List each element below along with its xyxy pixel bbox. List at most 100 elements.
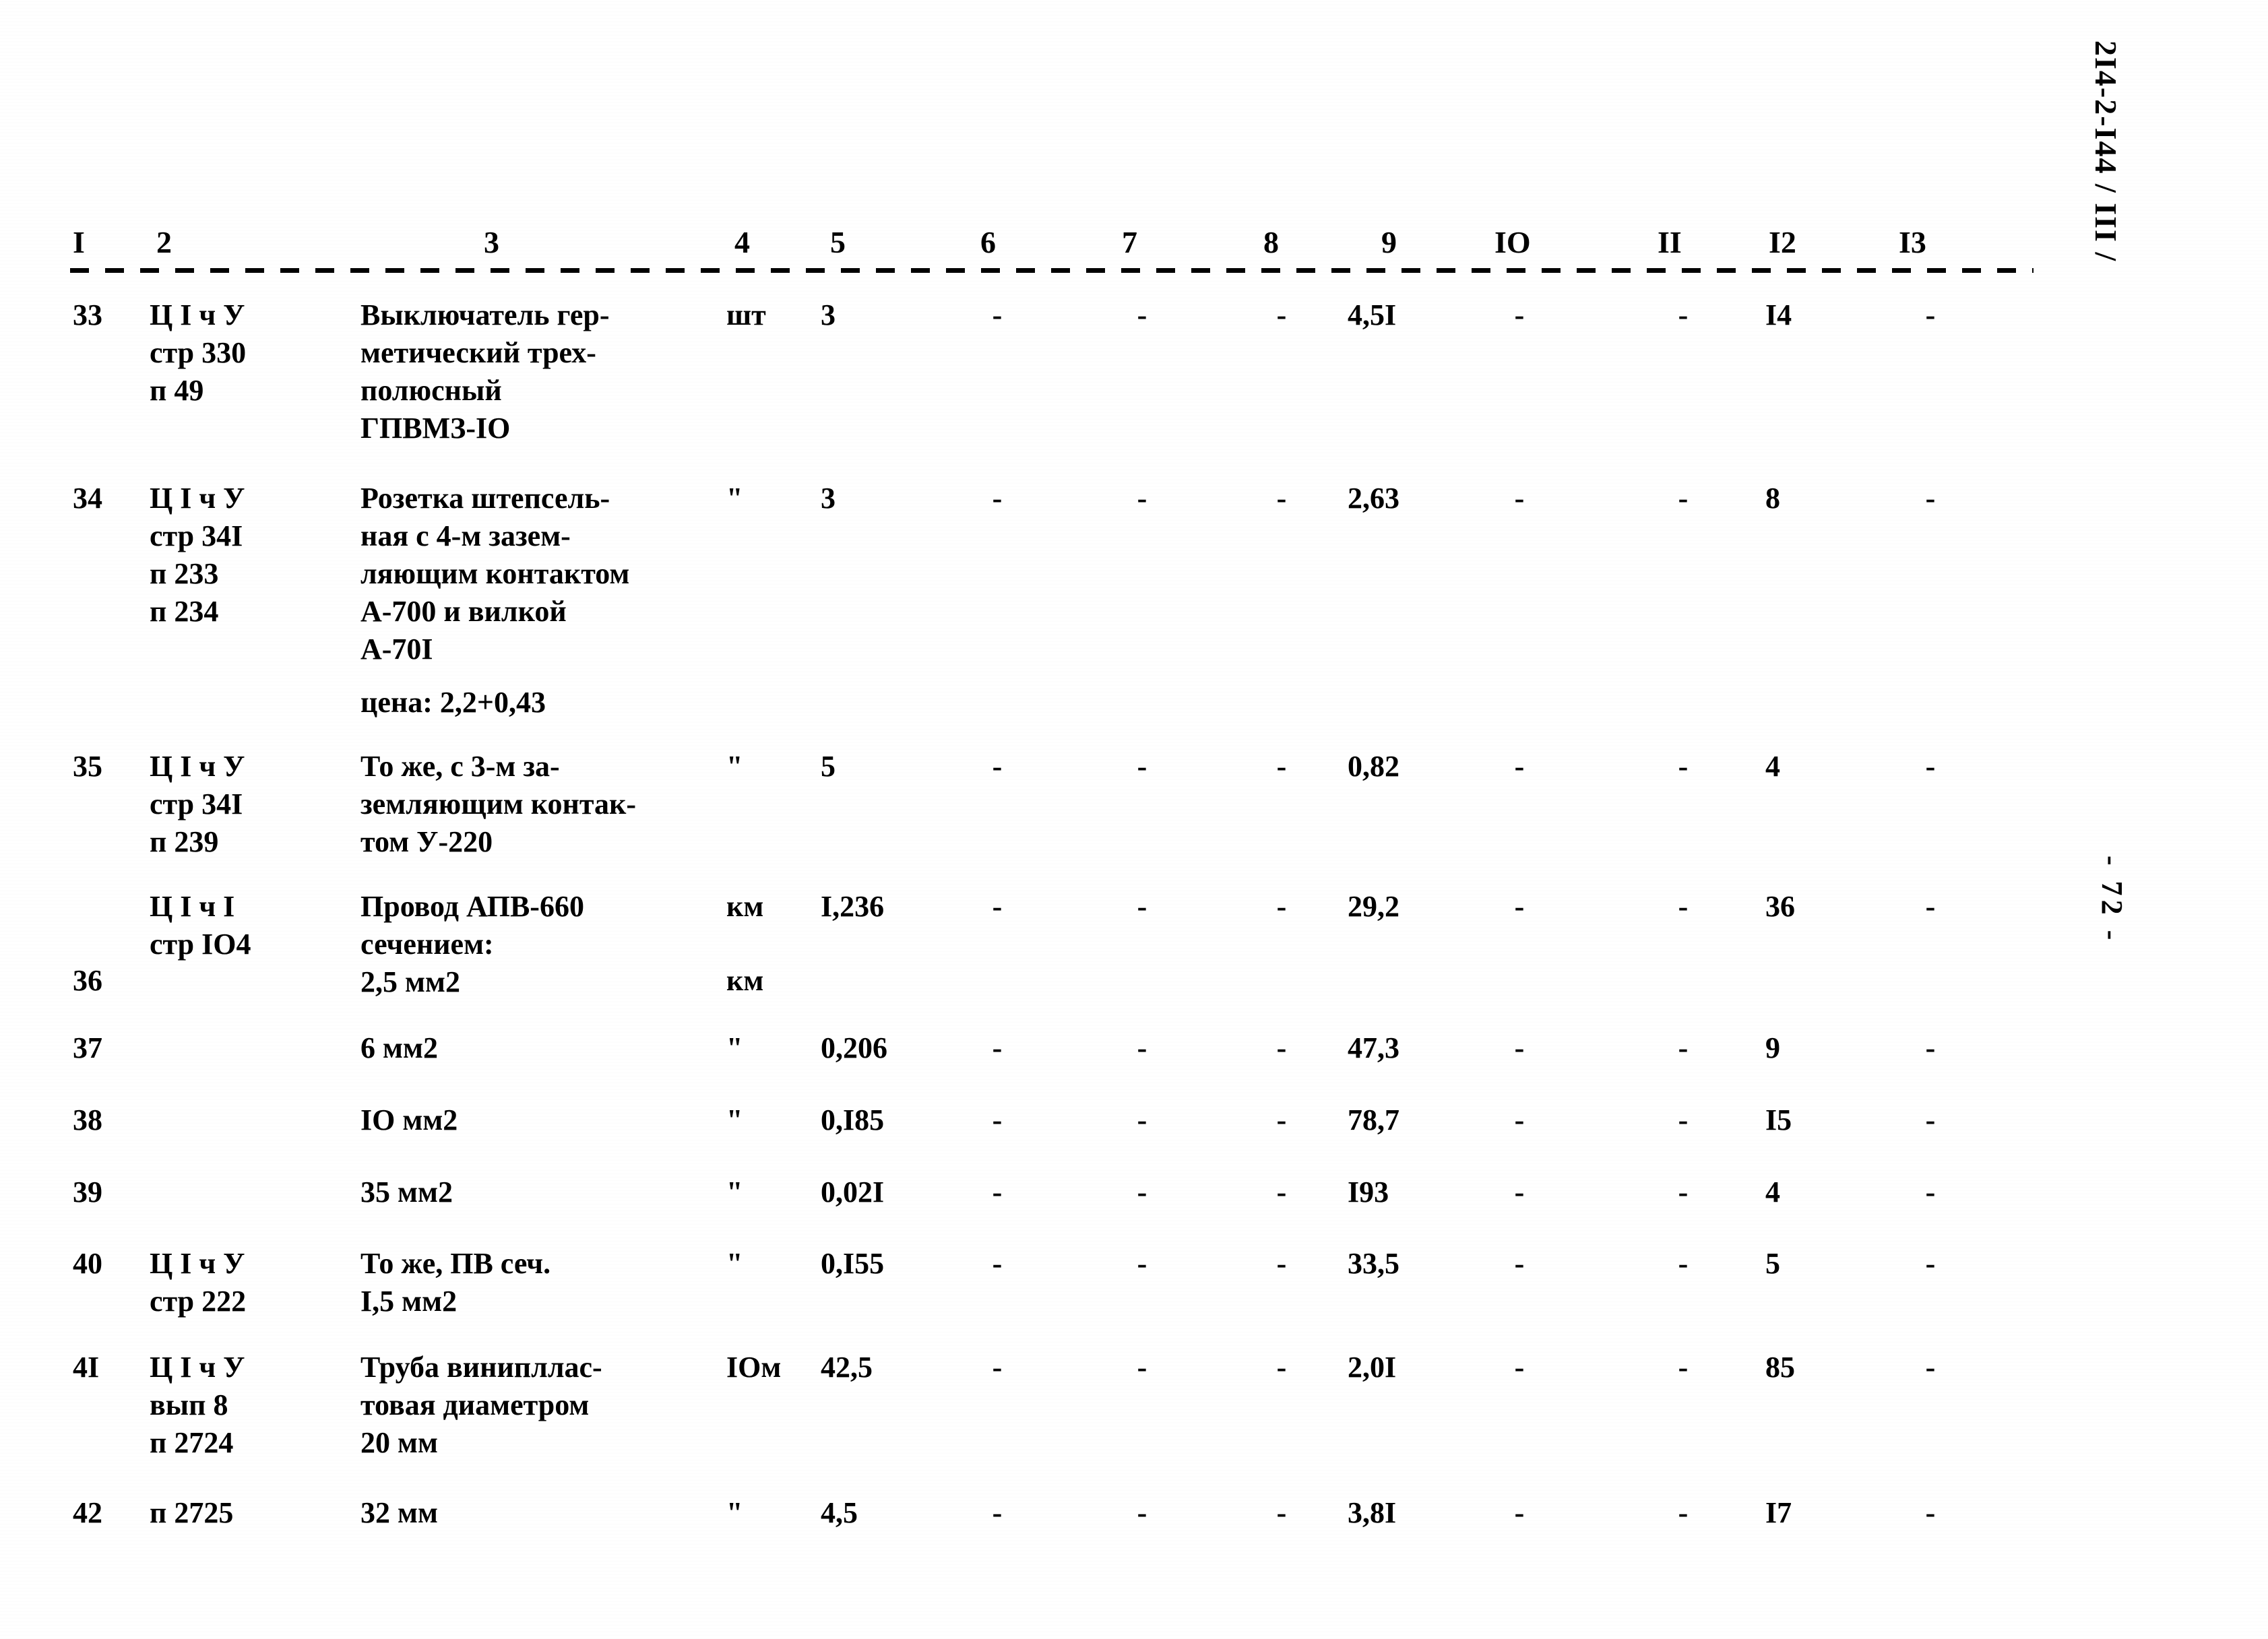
row-reference: Ц I ч У стр 34I п 233 п 234 <box>150 482 245 628</box>
row-unit-secondary: км <box>726 964 764 997</box>
row-col7: - <box>1137 1176 1147 1209</box>
row-col10: - <box>1514 1176 1525 1209</box>
row-col12: 4 <box>1765 750 1780 783</box>
row-price: 78,7 <box>1348 1103 1399 1136</box>
row-col10: - <box>1514 1496 1525 1529</box>
row-col11: - <box>1678 1176 1689 1209</box>
row-unit: " <box>726 482 743 515</box>
row-col13: - <box>1925 1103 1936 1136</box>
row-description: 32 мм <box>360 1496 438 1529</box>
row-number: 37 <box>73 1031 102 1064</box>
row-col8: - <box>1276 1351 1287 1384</box>
row-price: 29,2 <box>1348 890 1399 923</box>
row-col13: - <box>1925 890 1936 923</box>
row-col10: - <box>1514 1103 1525 1136</box>
row-col8: - <box>1276 1496 1287 1529</box>
row-col13: - <box>1925 482 1936 515</box>
row-reference: Ц I ч У стр 330 п 49 <box>150 298 247 407</box>
row-col7: - <box>1137 1351 1147 1384</box>
row-col12: 36 <box>1765 890 1795 923</box>
row-col11: - <box>1678 1351 1689 1384</box>
row-description: Труба винипллас- товая диаметром 20 мм <box>360 1351 602 1459</box>
row-quantity: 3 <box>821 482 836 515</box>
row-col8: - <box>1276 1247 1287 1280</box>
row-description: 35 мм2 <box>360 1176 453 1209</box>
row-col7: - <box>1137 890 1147 923</box>
row-col8: - <box>1276 1176 1287 1209</box>
row-unit: " <box>726 1176 743 1209</box>
row-quantity: 0,02I <box>821 1176 885 1209</box>
row-col8: - <box>1276 1031 1287 1064</box>
row-col12: 8 <box>1765 482 1780 515</box>
row-quantity: 42,5 <box>821 1351 873 1384</box>
row-col13: - <box>1925 298 1936 331</box>
row-price: 2,63 <box>1348 482 1399 515</box>
row-col12: 5 <box>1765 1247 1780 1280</box>
row-unit: IOм <box>726 1351 782 1384</box>
column-number-4: 4 <box>734 225 750 259</box>
row-description: То же, с 3-м за- земляющим контак- том У… <box>360 750 637 858</box>
row-quantity: 0,206 <box>821 1031 887 1064</box>
row-unit: " <box>726 1496 743 1529</box>
row-col11: - <box>1678 482 1689 515</box>
column-number-1: I <box>73 225 85 259</box>
row-col12: 4 <box>1765 1176 1780 1209</box>
row-col8: - <box>1276 298 1287 331</box>
row-col13: - <box>1925 1176 1936 1209</box>
row-col6: - <box>992 1247 1003 1280</box>
column-number-12: I2 <box>1769 225 1796 259</box>
row-number: 35 <box>73 750 102 783</box>
row-number: 36 <box>73 964 102 997</box>
row-col10: - <box>1514 890 1525 923</box>
row-reference: Ц I ч I стр IO4 <box>150 890 251 961</box>
row-col6: - <box>992 1031 1003 1064</box>
row-number: 4I <box>73 1351 100 1384</box>
row-col6: - <box>992 750 1003 783</box>
row-col10: - <box>1514 1351 1525 1384</box>
row-price: 33,5 <box>1348 1247 1399 1280</box>
row-price: I93 <box>1348 1176 1389 1209</box>
row-col11: - <box>1678 1103 1689 1136</box>
row-col8: - <box>1276 482 1287 515</box>
row-unit: км <box>726 890 764 923</box>
column-number-7: 7 <box>1122 225 1137 259</box>
row-number: 33 <box>73 298 102 331</box>
row-col7: - <box>1137 482 1147 515</box>
row-number: 40 <box>73 1247 102 1280</box>
row-col11: - <box>1678 1496 1689 1529</box>
row-col10: - <box>1514 1031 1525 1064</box>
row-number: 42 <box>73 1496 102 1529</box>
row-col7: - <box>1137 750 1147 783</box>
row-col12: I4 <box>1765 298 1792 331</box>
row-quantity: I,236 <box>821 890 885 923</box>
row-col8: - <box>1276 890 1287 923</box>
column-number-13: I3 <box>1899 225 1926 259</box>
row-reference: Ц I ч У стр 34I п 239 <box>150 750 245 858</box>
column-number-3: 3 <box>484 225 499 259</box>
row-quantity: 3 <box>821 298 836 331</box>
row-quantity: 4,5 <box>821 1496 858 1529</box>
row-unit: " <box>726 750 743 783</box>
row-quantity: 5 <box>821 750 836 783</box>
row-unit: " <box>726 1247 743 1280</box>
row-col10: - <box>1514 750 1525 783</box>
row-col13: - <box>1925 1496 1936 1529</box>
row-col8: - <box>1276 750 1287 783</box>
row-col10: - <box>1514 1247 1525 1280</box>
row-col6: - <box>992 1103 1003 1136</box>
row-col10: - <box>1514 298 1525 331</box>
row-description: То же, ПВ сеч. I,5 мм2 <box>360 1247 551 1318</box>
column-number-11: II <box>1658 225 1682 259</box>
column-number-2: 2 <box>156 225 172 259</box>
row-col7: - <box>1137 1031 1147 1064</box>
row-col7: - <box>1137 298 1147 331</box>
column-number-9: 9 <box>1381 225 1397 259</box>
row-price: 47,3 <box>1348 1031 1399 1064</box>
row-col6: - <box>992 1496 1003 1529</box>
column-number-6: 6 <box>980 225 996 259</box>
row-description: IO мм2 <box>360 1103 458 1136</box>
row-price: 2,0I <box>1348 1351 1397 1384</box>
row-reference: Ц I ч У вып 8 п 2724 <box>150 1351 245 1459</box>
row-col12: 85 <box>1765 1351 1795 1384</box>
row-description: Провод АПВ-660 сечением: 2,5 мм2 <box>360 890 584 998</box>
